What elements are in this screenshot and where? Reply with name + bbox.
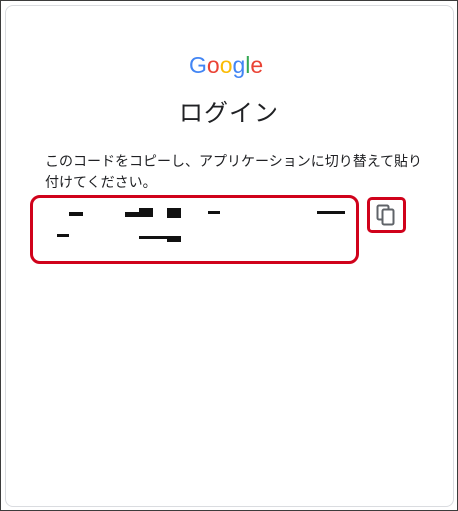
redacted-code (317, 211, 345, 214)
redacted-code (208, 211, 220, 214)
redacted-code (139, 208, 153, 213)
redacted-code (57, 234, 69, 237)
instruction-text: このコードをコピーし、アプリケーションに切り替えて貼り付けてください。 (45, 154, 423, 191)
auth-code-field[interactable] (30, 195, 359, 264)
redacted-code (69, 212, 83, 216)
google-logo: Google (189, 53, 269, 79)
redacted-code (167, 237, 181, 242)
redacted-code (167, 208, 181, 218)
copy-button[interactable] (367, 197, 406, 233)
page-title: ログイン (179, 99, 279, 127)
svg-text:Google: Google (189, 53, 263, 78)
window-frame: Google ログイン このコードをコピーし、アプリケーションに切り替えて貼り付… (0, 0, 458, 511)
copy-icon (376, 204, 395, 226)
